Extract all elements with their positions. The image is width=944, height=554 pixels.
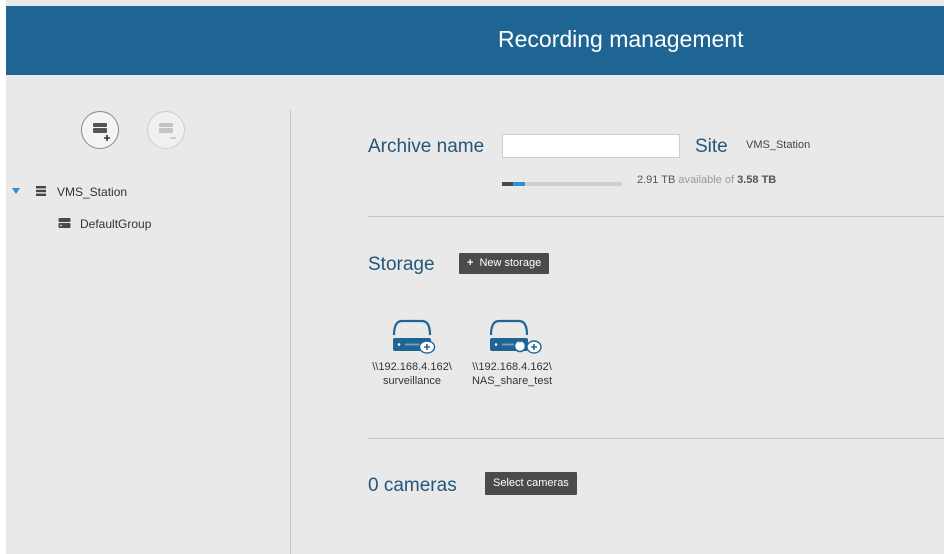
cameras-count-label: 0 cameras — [368, 475, 457, 496]
app-window: Recording management VMS_Station Default… — [6, 0, 944, 554]
archive-name-label: Archive name — [368, 136, 485, 157]
storage-path-line1: \\192.168.4.162\ — [472, 361, 552, 373]
capacity-bar-selected — [513, 182, 525, 186]
page-title: Recording management — [498, 26, 744, 52]
header-bar: Recording management — [6, 6, 944, 75]
new-storage-label: New storage — [479, 257, 542, 269]
section-divider — [368, 438, 944, 439]
remove-storage-group-button[interactable] — [147, 111, 185, 149]
site-value: VMS_Station — [746, 139, 811, 151]
capacity-bar-used — [502, 182, 513, 186]
storage-label: Storage — [368, 254, 435, 275]
capacity-bar — [502, 182, 622, 186]
site-label: Site — [695, 136, 728, 157]
section-divider — [368, 216, 944, 217]
capacity-text: 2.91 TB available of 3.58 TB — [637, 174, 776, 186]
storage-path-line2: NAS_share_test — [471, 375, 553, 387]
server-stack-icon — [36, 186, 46, 196]
capacity-available-suffix: available of — [678, 174, 735, 186]
storage-item-nas-share-test[interactable]: \\192.168.4.162\ NAS_share_test — [464, 318, 560, 388]
nas-drive-cloud-icon — [392, 319, 436, 354]
remove-storage-icon — [159, 123, 176, 139]
add-storage-group-button[interactable] — [81, 111, 119, 149]
plus-icon: + — [467, 257, 474, 269]
tree-item-label: DefaultGroup — [80, 217, 152, 231]
storage-path-line1: \\192.168.4.162\ — [372, 361, 452, 373]
storage-path-line2: surveillance — [382, 375, 442, 387]
tree-item-label: VMS_Station — [57, 185, 128, 199]
capacity-total: 3.58 TB — [737, 174, 777, 186]
add-storage-icon — [93, 123, 110, 141]
capacity-available: 2.91 TB — [637, 174, 676, 186]
select-cameras-button[interactable]: Select cameras — [485, 472, 577, 495]
expand-triangle-icon[interactable] — [12, 187, 20, 195]
nas-drive-sync-cloud-icon — [489, 319, 542, 354]
storage-group-icon — [58, 218, 71, 228]
storage-item-surveillance[interactable]: \\192.168.4.162\ surveillance — [364, 318, 460, 388]
main-panel: Archive name Site VMS_Station 2.91 TB av… — [291, 75, 944, 554]
new-storage-button[interactable]: + New storage — [459, 253, 550, 274]
sidebar: VMS_Station DefaultGroup — [6, 75, 290, 554]
archive-name-input[interactable] — [502, 134, 680, 158]
